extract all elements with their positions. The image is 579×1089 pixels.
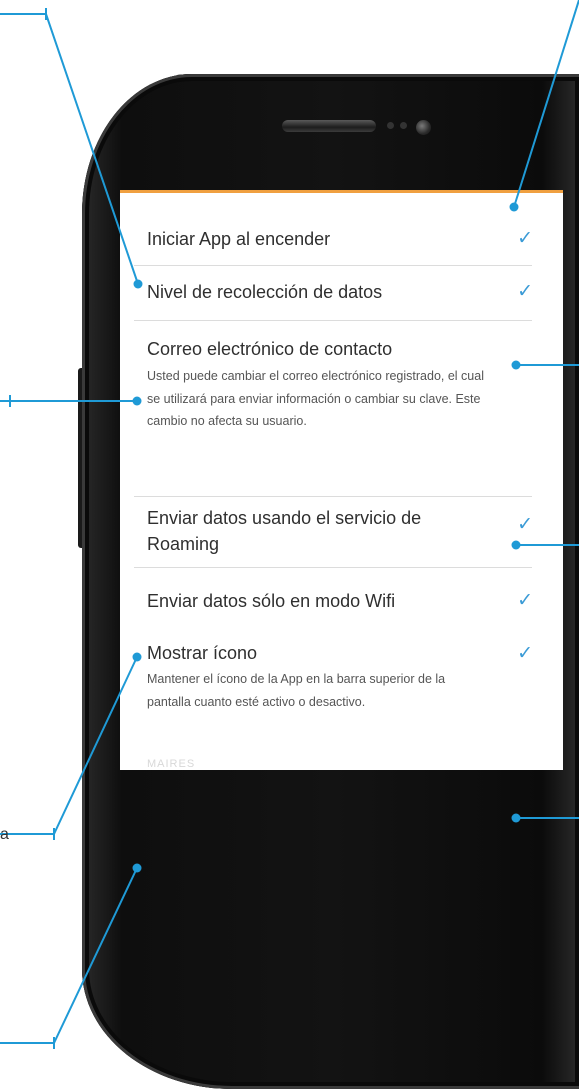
setting-roaming[interactable]: Enviar datos usando el servicio de Roami… — [120, 502, 563, 562]
setting-title: Nivel de recolección de datos — [147, 282, 383, 302]
checkmark-icon[interactable]: ✓ — [517, 280, 533, 303]
setting-title: Enviar datos usando el servicio de Roami… — [147, 508, 422, 554]
checkmark-icon[interactable]: ✓ — [517, 227, 533, 250]
setting-wifi-only[interactable]: Enviar datos sólo en modo Wifi ✓ — [120, 585, 563, 625]
earpiece-speaker — [282, 120, 376, 132]
checkmark-icon[interactable]: ✓ — [517, 642, 533, 665]
checkmark-icon[interactable]: ✓ — [517, 589, 533, 612]
setting-show-icon[interactable]: Mostrar ícono ✓ Mantener el ícono de la Ap… — [120, 640, 563, 770]
settings-screen: Iniciar App al encender ✓ Nivel de recol… — [120, 190, 563, 652]
setting-data-collection-level[interactable]: Nivel de recolección de datos ✓ — [120, 276, 563, 316]
setting-title: Iniciar App al encender — [147, 229, 331, 249]
setting-title: Enviar datos sólo en modo Wifi — [147, 591, 396, 611]
divider — [134, 567, 532, 568]
front-camera-icon — [416, 120, 431, 135]
annotation-fragment: a — [0, 826, 9, 843]
setting-title: Correo electrónico de contacto — [147, 339, 393, 359]
divider — [134, 320, 532, 321]
setting-contact-email[interactable]: Correo electrónico de contacto Usted pue… — [120, 333, 563, 493]
faded-label: MAIRES — [147, 758, 196, 770]
setting-start-on-boot[interactable]: Iniciar App al encender ✓ — [120, 223, 563, 263]
divider — [134, 496, 532, 497]
setting-title: Mostrar ícono — [147, 643, 258, 663]
light-sensor — [400, 122, 407, 129]
setting-summary: Usted puede cambiar el correo electrónic… — [147, 369, 484, 428]
proximity-sensor — [387, 122, 394, 129]
checkmark-icon[interactable]: ✓ — [517, 513, 533, 536]
setting-summary: Mantener el ícono de la App en la barra … — [147, 672, 446, 709]
divider — [134, 265, 532, 266]
